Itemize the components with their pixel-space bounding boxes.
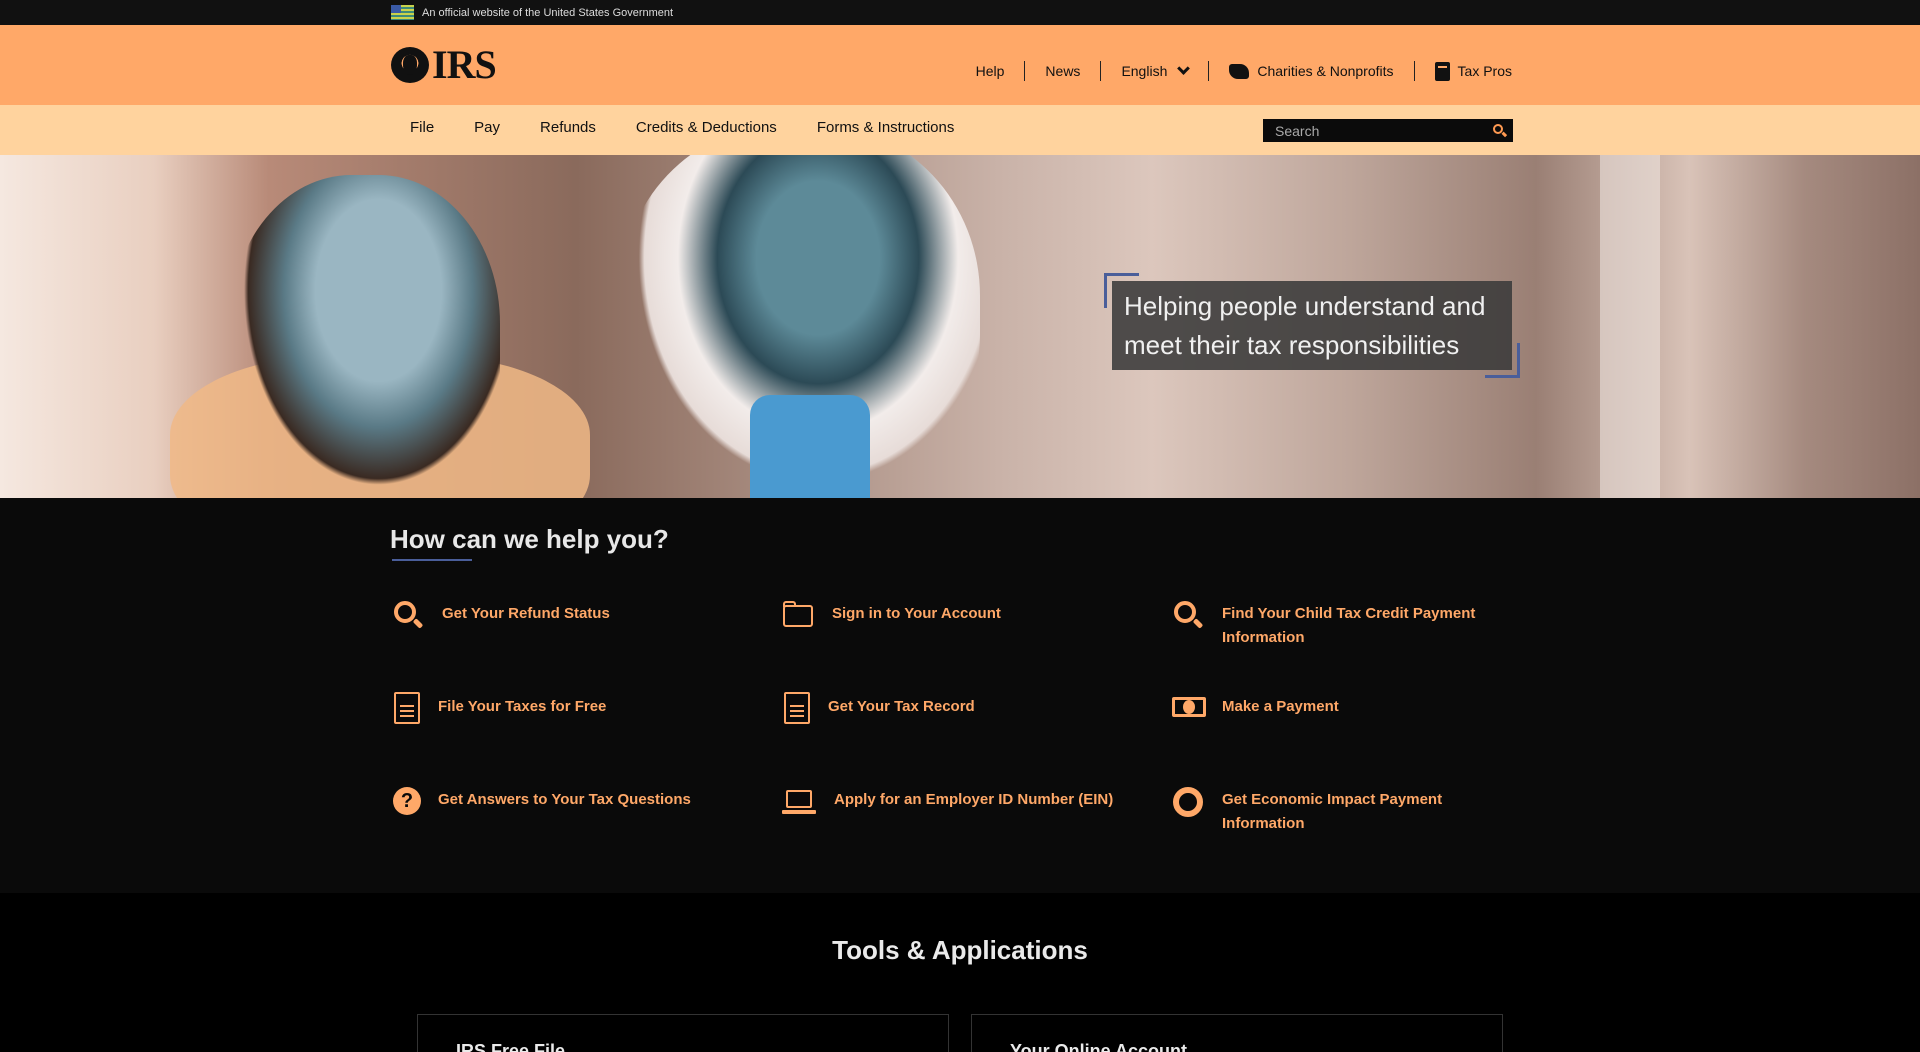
money-icon: [1172, 691, 1208, 723]
help-item-label: Get Your Refund Status: [442, 605, 610, 622]
nav-file[interactable]: File: [390, 119, 454, 136]
irs-logo[interactable]: IRS: [391, 42, 497, 87]
search-box: [1263, 119, 1513, 142]
tools-title: Tools & Applications: [832, 935, 1088, 965]
help-item-label: Get Economic Impact Payment Information: [1222, 791, 1443, 832]
help-item-label: Apply for an Employer ID Number (EIN): [834, 791, 1114, 808]
utility-nav: Help News English Charities & Nonprofits…: [956, 61, 1512, 81]
help-title-underline: [392, 559, 472, 561]
utility-taxpros-label: Tax Pros: [1457, 63, 1512, 79]
utility-taxpros-link[interactable]: Tax Pros: [1413, 61, 1512, 81]
us-flag-icon: [391, 5, 414, 20]
language-label: English: [1121, 63, 1168, 79]
help-refund-status-link[interactable]: Get Your Refund Status: [392, 599, 610, 631]
folder-icon: [782, 599, 818, 631]
eagle-icon: [391, 47, 429, 83]
document-icon: [392, 691, 424, 724]
utility-charities-label: Charities & Nonprofits: [1257, 63, 1394, 79]
hero-window: [1600, 155, 1660, 498]
site-header: IRS Help News English Charities & Nonpro…: [0, 25, 1920, 105]
laptop-icon: [782, 786, 820, 818]
help-section: How can we help you? Get Your Refund Sta…: [0, 498, 1920, 893]
help-item-label: File Your Taxes for Free: [438, 698, 607, 715]
book-icon: [1434, 61, 1450, 81]
gov-banner-text: An official website of the United States…: [422, 6, 674, 19]
help-item-label: Get Answers to Your Tax Questions: [438, 791, 691, 808]
tool-card-label: Your Online Account: [1010, 1041, 1188, 1052]
search-input[interactable]: [1275, 122, 1485, 139]
help-item-label: Make a Payment: [1222, 698, 1339, 715]
hero-figure-left: [230, 175, 500, 498]
help-sign-in-link[interactable]: Sign in to Your Account: [782, 599, 1001, 631]
gov-banner: An official website of the United States…: [0, 0, 1920, 25]
search-button[interactable]: [1492, 123, 1508, 138]
utility-news-label: News: [1045, 63, 1081, 79]
question-icon: ?: [392, 786, 424, 818]
tool-card-online-account[interactable]: Your Online Account: [971, 1014, 1503, 1052]
help-make-payment-link[interactable]: Make a Payment: [1172, 691, 1339, 723]
tool-card-free-file[interactable]: IRS Free File: [417, 1014, 949, 1052]
help-item-label: Sign in to Your Account: [832, 605, 1001, 622]
nav-pay[interactable]: Pay: [454, 119, 520, 136]
help-title: How can we help you?: [390, 524, 669, 554]
hand-icon: [1229, 63, 1250, 79]
help-tax-questions-link[interactable]: ? Get Answers to Your Tax Questions: [392, 786, 691, 818]
hero-image: [0, 155, 1920, 498]
tool-card-label: IRS Free File: [456, 1041, 566, 1052]
help-tax-record-link[interactable]: Get Your Tax Record: [782, 691, 975, 724]
tools-section: Tools & Applications IRS Free File Your …: [0, 893, 1920, 1052]
search-icon-handle: [1501, 131, 1508, 137]
help-child-tax-credit-link[interactable]: Find Your Child Tax Credit Payment Infor…: [1172, 599, 1492, 650]
hero-figure-scarf: [750, 395, 870, 498]
utility-news-link[interactable]: News: [1024, 61, 1100, 81]
help-economic-impact-link[interactable]: Get Economic Impact Payment Information: [1172, 786, 1492, 836]
main-nav: File Pay Refunds Credits & Deductions Fo…: [0, 105, 1920, 155]
document-icon: [782, 691, 814, 724]
nav-credits-deductions[interactable]: Credits & Deductions: [616, 119, 797, 136]
nav-forms-instructions[interactable]: Forms & Instructions: [797, 119, 975, 136]
utility-help-label: Help: [975, 63, 1005, 79]
help-ein-link[interactable]: Apply for an Employer ID Number (EIN): [782, 786, 1113, 818]
language-dropdown[interactable]: English: [1100, 61, 1208, 81]
life-ring-icon: [1172, 786, 1208, 818]
help-item-label: Find Your Child Tax Credit Payment Infor…: [1222, 605, 1476, 646]
search-icon: [392, 599, 428, 631]
quote-bracket-bottom-right: [1485, 343, 1520, 378]
hero-tagline-box: Helping people understand and meet their…: [1112, 281, 1512, 370]
search-icon: [1172, 599, 1208, 631]
utility-help-link[interactable]: Help: [956, 61, 1025, 81]
nav-refunds[interactable]: Refunds: [520, 119, 616, 136]
hero-tagline: Helping people understand and meet their…: [1124, 291, 1486, 360]
help-item-label: Get Your Tax Record: [828, 698, 975, 715]
logo-text: IRS: [432, 42, 497, 87]
help-file-free-link[interactable]: File Your Taxes for Free: [392, 691, 607, 724]
chevron-down-icon: [1177, 62, 1191, 75]
utility-charities-link[interactable]: Charities & Nonprofits: [1208, 61, 1413, 81]
